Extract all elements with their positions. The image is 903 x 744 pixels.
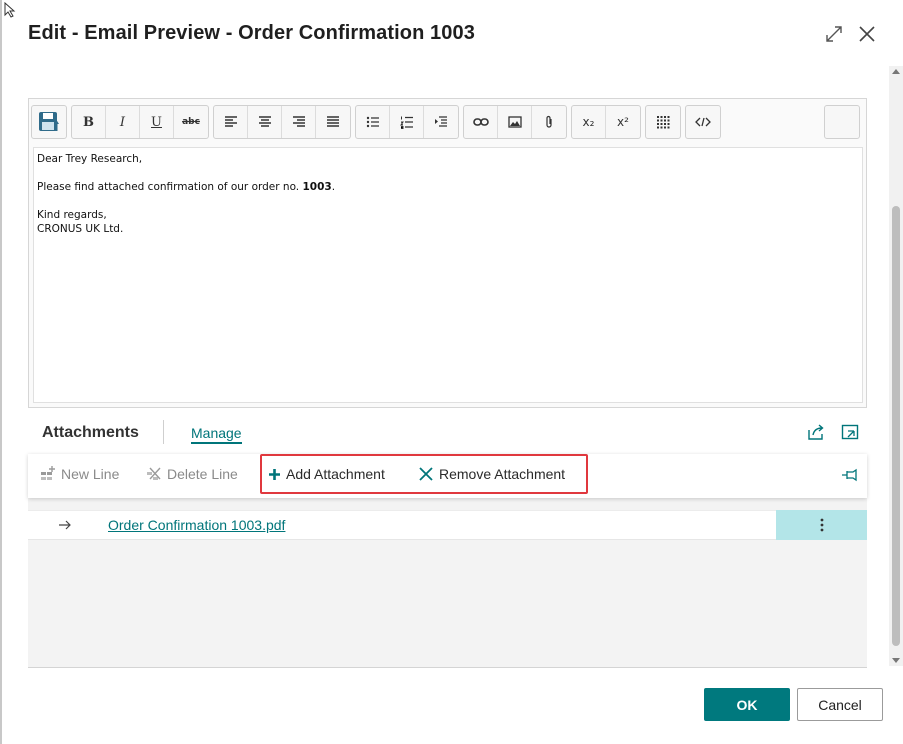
attachment-file-link[interactable]: Order Confirmation 1003.pdf — [108, 517, 285, 533]
add-attachment-button[interactable]: Add Attachment — [268, 466, 385, 482]
window-left-edge — [0, 0, 2, 744]
editor-toolbar: B I U abc x₂ x² — [31, 105, 864, 139]
attachments-header: Attachments Manage — [28, 410, 867, 456]
table-icon[interactable] — [646, 106, 680, 138]
image-icon[interactable] — [498, 106, 532, 138]
row-actions-button[interactable] — [776, 510, 867, 540]
email-order-no: 1003 — [302, 181, 332, 193]
mouse-cursor-icon — [4, 2, 16, 18]
email-body[interactable]: Dear Trey Research, Please find attached… — [33, 147, 863, 403]
attachments-title: Attachments — [42, 424, 139, 441]
table-group — [645, 105, 681, 139]
share-icon[interactable] — [807, 423, 825, 441]
email-body-line: Please find attached confirmation of our… — [37, 180, 859, 194]
list-group — [355, 105, 459, 139]
table-row[interactable]: Order Confirmation 1003.pdf — [28, 510, 867, 540]
italic-button[interactable]: I — [106, 106, 140, 138]
attachment-clip-icon[interactable] — [532, 106, 566, 138]
new-line-icon — [41, 466, 55, 480]
remove-x-icon — [419, 467, 433, 481]
email-closing: Kind regards, — [37, 209, 107, 221]
save-group — [31, 105, 67, 139]
indent-icon[interactable] — [424, 106, 458, 138]
remove-attachment-button[interactable]: Remove Attachment — [418, 466, 565, 482]
numbered-list-icon[interactable] — [390, 106, 424, 138]
manage-tab[interactable]: Manage — [191, 425, 242, 444]
email-greeting: Dear Trey Research, — [37, 153, 143, 165]
underline-button[interactable]: U — [140, 106, 174, 138]
cancel-button[interactable]: Cancel — [797, 688, 883, 721]
ok-button[interactable]: OK — [704, 688, 790, 721]
arrow-right-icon — [59, 520, 71, 530]
align-right-icon[interactable] — [282, 106, 316, 138]
subscript-button[interactable]: x₂ — [572, 106, 606, 138]
add-attachment-label: Add Attachment — [286, 466, 385, 482]
scroll-up-arrow-icon[interactable] — [892, 69, 900, 74]
delete-line-button[interactable]: Delete Line — [146, 466, 238, 482]
align-group — [213, 105, 351, 139]
superscript-button[interactable]: x² — [606, 106, 640, 138]
format-group: B I U abc — [71, 105, 209, 139]
pin-icon[interactable] — [841, 468, 859, 482]
scroll-thumb[interactable] — [892, 206, 900, 646]
header-separator — [163, 420, 164, 444]
new-line-button[interactable]: New Line — [40, 466, 119, 482]
email-line-suffix: . — [331, 181, 336, 193]
popout-icon[interactable] — [841, 423, 859, 441]
insert-group — [463, 105, 567, 139]
dialog-scrollbar[interactable] — [889, 66, 903, 666]
code-group — [685, 105, 721, 139]
bullet-list-icon[interactable] — [356, 106, 390, 138]
plus-icon — [269, 468, 280, 480]
script-group: x₂ x² — [571, 105, 641, 139]
dialog-title: Edit - Email Preview - Order Confirmatio… — [28, 22, 475, 44]
attachments-list: Order Confirmation 1003.pdf — [28, 498, 867, 668]
delete-line-label: Delete Line — [167, 466, 238, 482]
new-line-label: New Line — [61, 466, 120, 482]
code-view-icon[interactable] — [686, 106, 720, 138]
email-editor: B I U abc x₂ x² Dear Trey Research, Plea… — [28, 98, 867, 408]
toolbar-extra-button[interactable] — [824, 105, 860, 139]
email-signature: CRONUS UK Ltd. — [37, 223, 124, 235]
link-icon[interactable] — [464, 106, 498, 138]
remove-attachment-label: Remove Attachment — [439, 466, 566, 482]
attachments-action-bar: New Line Delete Line Add Attachment Remo… — [28, 454, 867, 498]
close-icon[interactable] — [857, 24, 877, 44]
delete-line-icon — [147, 467, 161, 480]
expand-icon[interactable] — [824, 24, 844, 44]
strikethrough-button[interactable]: abc — [174, 106, 208, 138]
bold-button[interactable]: B — [72, 106, 106, 138]
scroll-down-arrow-icon[interactable] — [892, 658, 900, 663]
email-line-text: Please find attached confirmation of our… — [37, 181, 303, 193]
justify-icon[interactable] — [316, 106, 350, 138]
save-icon[interactable] — [32, 106, 66, 138]
align-center-icon[interactable] — [248, 106, 282, 138]
more-vertical-icon — [820, 518, 823, 532]
align-left-icon[interactable] — [214, 106, 248, 138]
